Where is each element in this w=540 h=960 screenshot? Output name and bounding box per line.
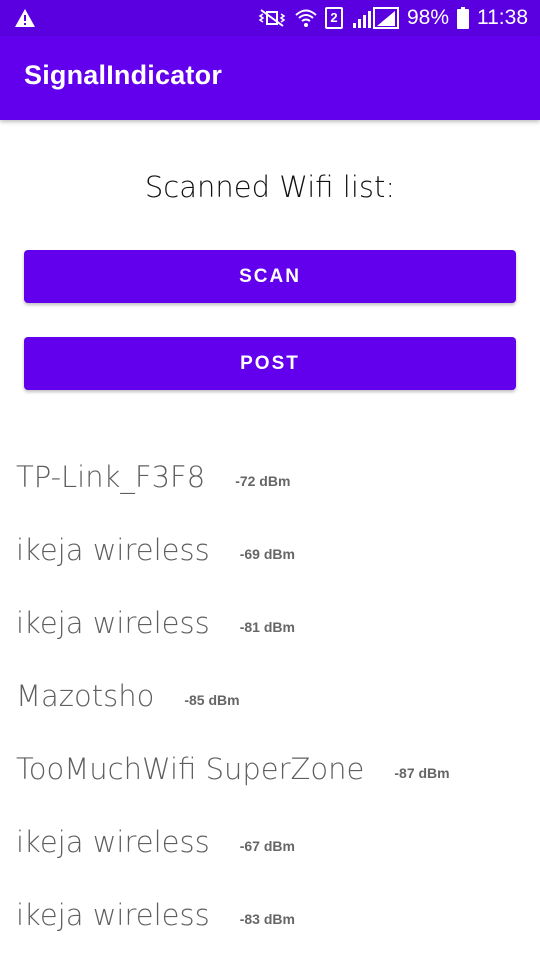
- wifi-signal-level: -83 dBm: [239, 910, 295, 927]
- signal-icon: [351, 7, 399, 29]
- wifi-list-item[interactable]: ikeja wireless -67 dBm: [0, 805, 540, 878]
- wifi-ssid: TP-Link_F3F8: [16, 459, 206, 494]
- status-bar: 2 98% 11:38: [0, 0, 540, 36]
- sim-slot-badge: 2: [324, 7, 343, 29]
- wifi-signal-level: -69 dBm: [239, 545, 295, 562]
- battery-icon: [457, 7, 469, 29]
- wifi-signal-level: -81 dBm: [239, 618, 295, 635]
- wifi-list: TP-Link_F3F8 -72 dBm ikeja wireless -69 …: [0, 440, 540, 951]
- wifi-list-item[interactable]: ikeja wireless -83 dBm: [0, 878, 540, 951]
- wifi-signal-level: -67 dBm: [239, 837, 295, 854]
- wifi-signal-level: -85 dBm: [184, 691, 240, 708]
- mute-vibrate-icon: [257, 8, 287, 28]
- wifi-list-item[interactable]: ikeja wireless -81 dBm: [0, 586, 540, 659]
- wifi-ssid: ikeja wireless: [16, 824, 210, 859]
- wifi-list-item[interactable]: ikeja wireless -69 dBm: [0, 513, 540, 586]
- app-title: SignalIndicator: [24, 60, 223, 90]
- wifi-signal-level: -87 dBm: [394, 764, 450, 781]
- wifi-list-item[interactable]: Mazotsho -85 dBm: [0, 659, 540, 732]
- app-bar: SignalIndicator: [0, 36, 540, 120]
- list-heading: Scanned Wifi list:: [144, 170, 396, 204]
- wifi-ssid: ikeja wireless: [16, 897, 210, 932]
- wifi-ssid: ikeja wireless: [16, 605, 210, 640]
- warning-icon: [14, 8, 36, 28]
- scan-button[interactable]: SCAN: [24, 250, 516, 303]
- post-button[interactable]: POST: [24, 337, 516, 390]
- battery-percent: 98%: [406, 6, 449, 29]
- wifi-list-item[interactable]: TooMuchWifi SuperZone -87 dBm: [0, 732, 540, 805]
- wifi-ssid: ikeja wireless: [16, 532, 210, 567]
- wifi-ssid: Mazotsho: [16, 678, 155, 713]
- status-icons: 2 98% 11:38: [257, 0, 528, 36]
- wifi-ssid: TooMuchWifi SuperZone: [16, 751, 365, 786]
- wifi-list-item[interactable]: TP-Link_F3F8 -72 dBm: [0, 440, 540, 513]
- wifi-icon: [295, 8, 317, 28]
- wifi-signal-level: -72 dBm: [235, 472, 291, 489]
- clock: 11:38: [477, 6, 528, 29]
